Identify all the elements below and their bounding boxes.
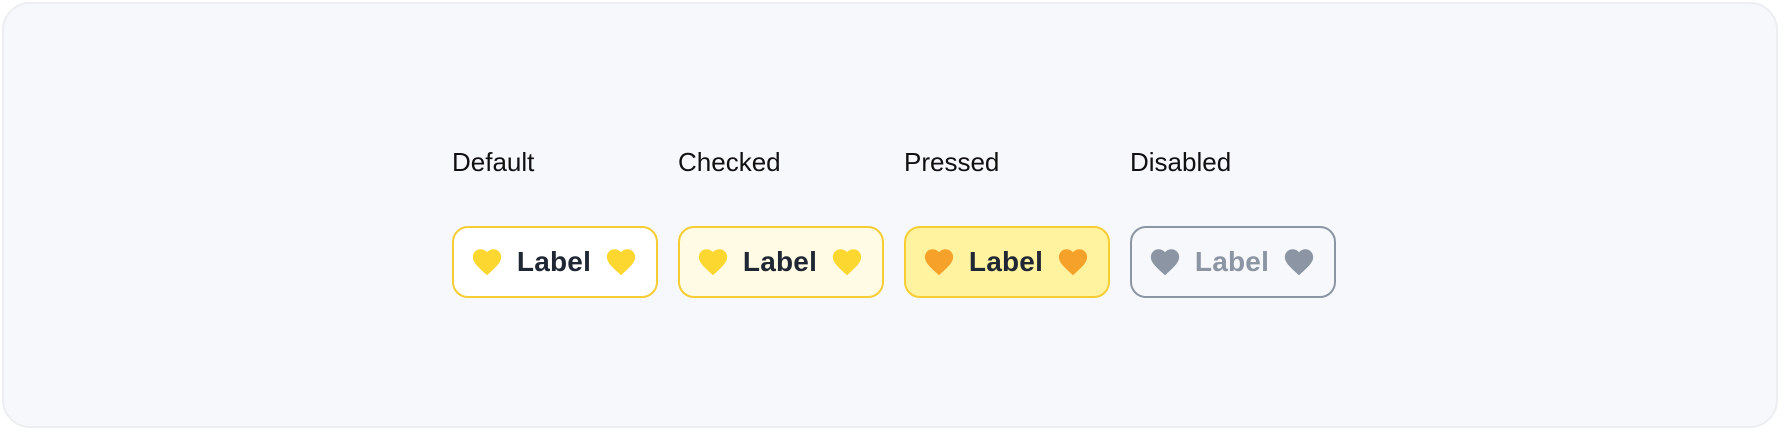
state-label-disabled: Disabled — [1130, 147, 1232, 177]
heart-icon — [924, 249, 954, 276]
state-default: Default Label — [452, 144, 658, 298]
state-disabled: Disabled Label — [1130, 144, 1336, 298]
chip-label: Label — [1194, 246, 1270, 277]
heart-icon — [472, 249, 502, 276]
heart-icon — [832, 249, 862, 276]
state-label-pressed: Pressed — [904, 147, 1000, 177]
showcase-canvas: Default Label Checked Label Pressed Labe… — [2, 2, 1778, 428]
chip-label: Label — [516, 246, 592, 277]
state-label-checked: Checked — [678, 147, 781, 177]
chip-label: Label — [742, 246, 818, 277]
chip-default[interactable]: Label — [452, 226, 658, 298]
heart-icon — [1150, 249, 1180, 276]
heart-icon — [698, 249, 728, 276]
state-pressed: Pressed Label — [904, 144, 1110, 298]
chip-checked[interactable]: Label — [678, 226, 884, 298]
state-checked: Checked Label — [678, 144, 884, 298]
state-label-default: Default — [452, 147, 535, 177]
chip-label: Label — [968, 246, 1044, 277]
heart-icon — [606, 249, 636, 276]
heart-icon — [1284, 249, 1314, 276]
heart-icon — [1058, 249, 1088, 276]
chip-pressed[interactable]: Label — [904, 226, 1110, 298]
chip-disabled: Label — [1130, 226, 1336, 298]
